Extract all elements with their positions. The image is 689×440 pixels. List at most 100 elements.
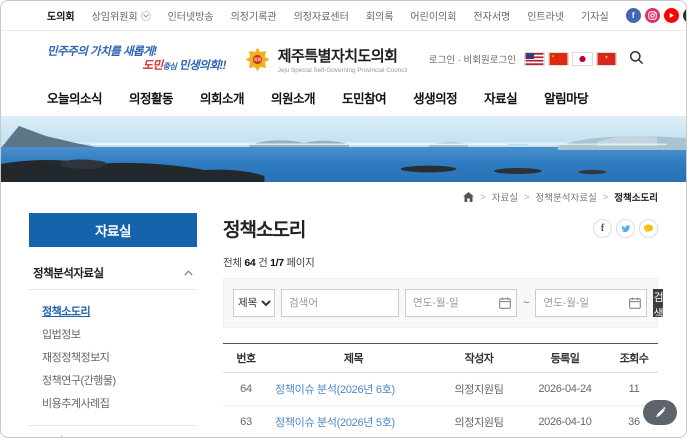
global-nav: 오늘의소식 의정활동 의회소개 의원소개 도민참여 생생의정 자료실 알림마당 [1,85,686,116]
nav-item-notices[interactable]: 알림마당 [544,88,588,107]
logo-subtitle: Jeju Special Self-Governing Provincial C… [278,67,408,74]
table-row: 64 정책이슈 분석(2026년 6호) 의정지원팀 2026-04-24 11 [223,373,658,406]
topbar-link-internet-broadcast[interactable]: 인터넷방송 [168,8,214,23]
home-icon[interactable] [463,192,474,202]
chevron-down-icon [141,11,151,21]
browser-page: 도의회 상임위원회 인터넷방송 의정기록관 의정자료센터 회의록 어린이의회 전… [0,0,687,438]
main-panel: 정책소도리 f 전체 64 건 1/7 페이지 [223,213,658,438]
cell-number: 64 [223,373,269,406]
page-info: 1/7 [270,257,284,269]
site-slogan: 민주주의 가치를 새롭게! 도민중심 민생의회!! [47,45,242,74]
nav-item-library[interactable]: 자료실 [484,88,517,107]
col-number: 번호 [223,344,269,373]
post-title-link[interactable]: 정책이슈 분석(2026년 6호) [275,384,395,396]
topbar-link-data-center[interactable]: 의정자료센터 [294,8,349,23]
calendar-icon[interactable] [499,297,511,309]
breadcrumb-item-library[interactable]: 자료실 [492,190,518,204]
site-search-button[interactable] [629,50,644,68]
cell-author: 의정지원팀 [438,373,520,406]
nav-item-news[interactable]: 오늘의소식 [47,88,102,107]
sidebar-item-cost-estimation[interactable]: 비용추계사례집 [42,391,193,414]
topbar-link-press-room[interactable]: 기자실 [581,8,609,23]
login-links: 로그인 · 비회원로그인 [429,52,516,66]
sidebar-group-major-reports[interactable]: 주요업무보고 [29,426,197,438]
floating-edit-button[interactable] [643,400,677,425]
topbar-link-standing-committee[interactable]: 상임위원회 [92,8,151,23]
search-submit-button[interactable]: 검색 [653,289,663,317]
vietnam-flag-icon[interactable] [596,52,617,66]
topbar-link-archives[interactable]: 의정기록관 [231,8,277,23]
site-logo[interactable]: 의회 제주특별자치도의회 Jeju Special Self-Governing… [244,45,408,74]
instagram-icon[interactable] [645,8,660,23]
japan-flag-icon[interactable] [572,52,593,66]
search-form: 제목 ~ 검색 [223,278,658,328]
board-table: 번호 제목 작성자 등록일 조회수 64 정책이슈 분석(2026년 6호) 의… [223,343,658,438]
topbar-icons: f 가+ 가- [626,8,687,23]
sidebar-title: 자료실 [29,213,197,247]
usa-flag-icon[interactable] [524,52,545,66]
sidebar-sublist: 정책소도리 입법정보 재정정책정보지 정책연구(간행물) 비용추계사례집 [29,290,197,426]
col-author: 작성자 [438,344,520,373]
china-flag-icon[interactable] [548,52,569,66]
breadcrumb-item-policy-analysis[interactable]: 정책분석자료실 [536,190,597,204]
topbar-link-minutes[interactable]: 회의록 [366,8,394,23]
breadcrumb-separator: > [603,192,609,203]
nav-item-members[interactable]: 의원소개 [271,88,315,107]
sidebar-item-legislative-info[interactable]: 입법정보 [42,322,193,345]
svg-text:의회: 의회 [254,56,262,62]
youtube-icon[interactable] [664,8,679,23]
sidebar: 자료실 정책분석자료실 정책소도리 입법정보 재정정책정보지 정책연구(간행물)… [29,213,197,438]
nav-item-live[interactable]: 생생의정 [413,88,457,107]
search-field-select[interactable]: 제목 [233,289,275,317]
nav-item-participation[interactable]: 도민참여 [342,88,386,107]
login-separator: · [458,55,461,66]
topbar-link-intranet[interactable]: 인트라넷 [527,8,564,23]
content-area: 자료실 정책분석자료실 정책소도리 입법정보 재정정책정보지 정책연구(간행물)… [1,209,686,438]
nav-item-about-council[interactable]: 의회소개 [200,88,244,107]
sidebar-item-fiscal-policy-journal[interactable]: 재정정책정보지 [42,345,193,368]
table-row: 63 정책이슈 분석(2026년 5호) 의정지원팀 2026-04-10 36 [223,406,658,439]
sidebar-item-policy-sodori[interactable]: 정책소도리 [42,299,193,322]
date-range-separator: ~ [523,297,529,309]
topbar-link-e-sign[interactable]: 전자서명 [473,8,510,23]
keyword-input[interactable] [281,289,399,317]
language-flags [524,52,617,66]
topbar-link-council[interactable]: 도의회 [47,8,75,23]
facebook-icon[interactable]: f [626,8,641,23]
post-title-link[interactable]: 정책이슈 분석(2026년 5호) [275,417,395,429]
guest-login-link[interactable]: 비회원로그인 [464,55,516,66]
share-buttons: f [593,219,658,238]
chevron-up-icon [184,270,193,276]
share-twitter-icon[interactable] [616,219,635,238]
magic-wand-icon [654,406,667,419]
breadcrumb: > 자료실 > 정책분석자료실 > 정책소도리 [1,182,686,209]
col-views: 조회수 [610,344,658,373]
share-kakao-icon[interactable] [639,219,658,238]
header-right: 로그인 · 비회원로그인 [409,50,644,68]
logo-title: 제주특별자치도의회 [278,45,408,66]
col-date: 등록일 [520,344,610,373]
cell-date: 2026-04-10 [520,406,610,439]
share-facebook-icon[interactable]: f [593,219,612,238]
breadcrumb-separator: > [480,192,486,203]
table-header-row: 번호 제목 작성자 등록일 조회수 [223,344,658,373]
breadcrumb-separator: > [524,192,530,203]
font-increase-icon[interactable]: 가+ [683,8,687,23]
coastal-banner-image [1,116,686,182]
search-icon [629,50,644,65]
login-link[interactable]: 로그인 [429,55,455,66]
page-title: 정책소도리 [223,215,305,242]
nav-item-activities[interactable]: 의정활동 [129,88,173,107]
council-emblem-icon: 의회 [244,46,271,73]
site-header: 민주주의 가치를 새롭게! 도민중심 민생의회!! [1,31,686,85]
cell-date: 2026-04-24 [520,373,610,406]
topbar-link-children-council[interactable]: 어린이의회 [410,8,456,23]
list-summary: 전체 64 건 1/7 페이지 [223,255,658,270]
col-title: 제목 [269,344,438,373]
sidebar-group-policy-analysis[interactable]: 정책분석자료실 [29,257,197,290]
calendar-icon[interactable] [629,297,641,309]
breadcrumb-current: 정책소도리 [614,190,658,204]
top-utility-bar: 도의회 상임위원회 인터넷방송 의정기록관 의정자료센터 회의록 어린이의회 전… [1,1,686,31]
cell-author: 의정지원팀 [438,406,520,439]
sidebar-item-policy-research[interactable]: 정책연구(간행물) [42,368,193,391]
